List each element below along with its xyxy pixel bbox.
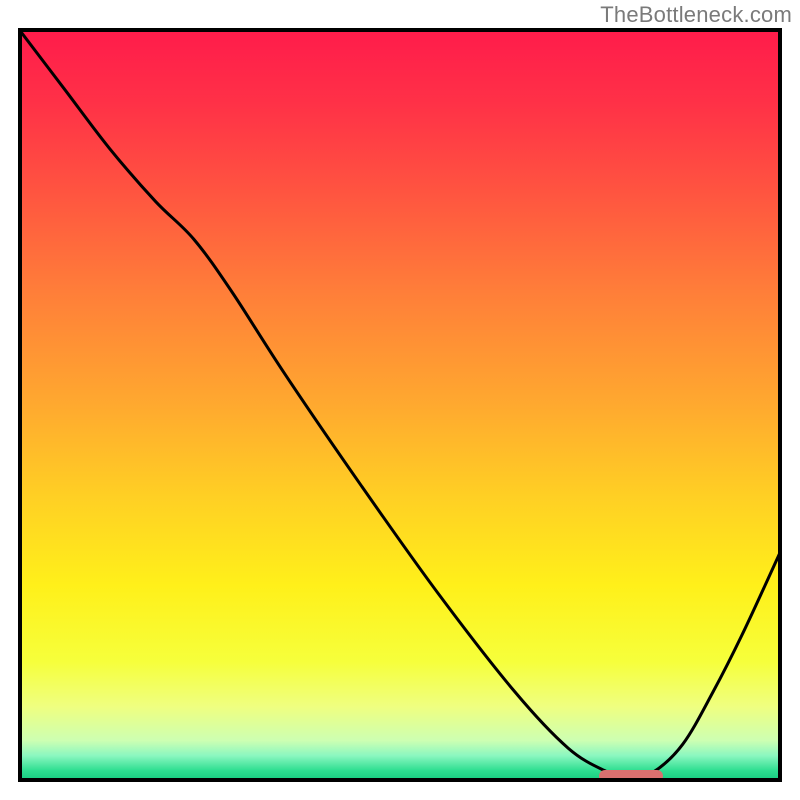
bottleneck-curve bbox=[18, 28, 782, 778]
optimum-marker bbox=[599, 770, 664, 782]
plot-frame bbox=[18, 28, 782, 782]
chart-root: TheBottleneck.com bbox=[0, 0, 800, 800]
curve-layer bbox=[18, 28, 782, 782]
attribution-text: TheBottleneck.com bbox=[600, 2, 792, 28]
